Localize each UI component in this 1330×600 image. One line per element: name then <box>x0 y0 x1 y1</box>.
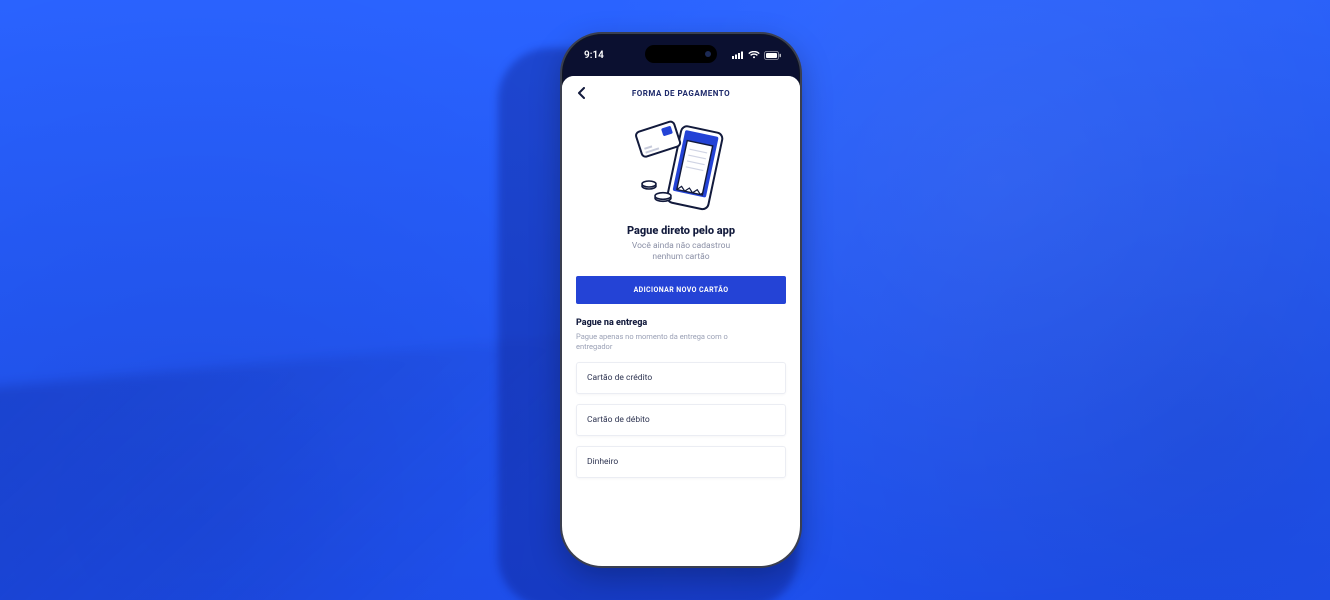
option-debit-card[interactable]: Cartão de débito <box>576 404 786 436</box>
payment-illustration-icon <box>621 116 741 216</box>
back-button[interactable] <box>572 83 592 103</box>
pay-in-app-heading: Pague direto pelo app <box>576 224 786 237</box>
page-title: FORMA DE PAGAMENTO <box>632 89 730 98</box>
dynamic-island <box>645 45 717 63</box>
add-card-button[interactable]: ADICIONAR NOVO CARTÃO <box>576 276 786 304</box>
app-screen: FORMA DE PAGAMENTO <box>562 76 800 566</box>
pay-on-delivery-heading: Pague na entrega <box>576 318 786 328</box>
status-time: 9:14 <box>584 50 604 61</box>
phone-frame: 9:14 FORMA DE PAGAMENTO <box>560 32 802 568</box>
option-credit-card[interactable]: Cartão de crédito <box>576 362 786 394</box>
content: Pague direto pelo app Você ainda não cad… <box>562 110 800 496</box>
signal-icon <box>732 51 744 59</box>
pay-in-app-subtext: Você ainda não cadastrou nenhum cartão <box>576 241 786 264</box>
pay-in-app-sub-line1: Você ainda não cadastrou <box>632 241 730 251</box>
chevron-left-icon <box>577 87 587 99</box>
battery-icon <box>764 51 782 60</box>
option-cash[interactable]: Dinheiro <box>576 446 786 478</box>
pay-in-app-sub-line2: nenhum cartão <box>652 252 709 262</box>
pay-on-delivery-subtext: Pague apenas no momento da entrega com o… <box>576 332 746 352</box>
status-icons <box>732 51 782 60</box>
wifi-icon <box>748 51 760 59</box>
illustration <box>576 116 786 216</box>
top-bar: FORMA DE PAGAMENTO <box>562 76 800 110</box>
